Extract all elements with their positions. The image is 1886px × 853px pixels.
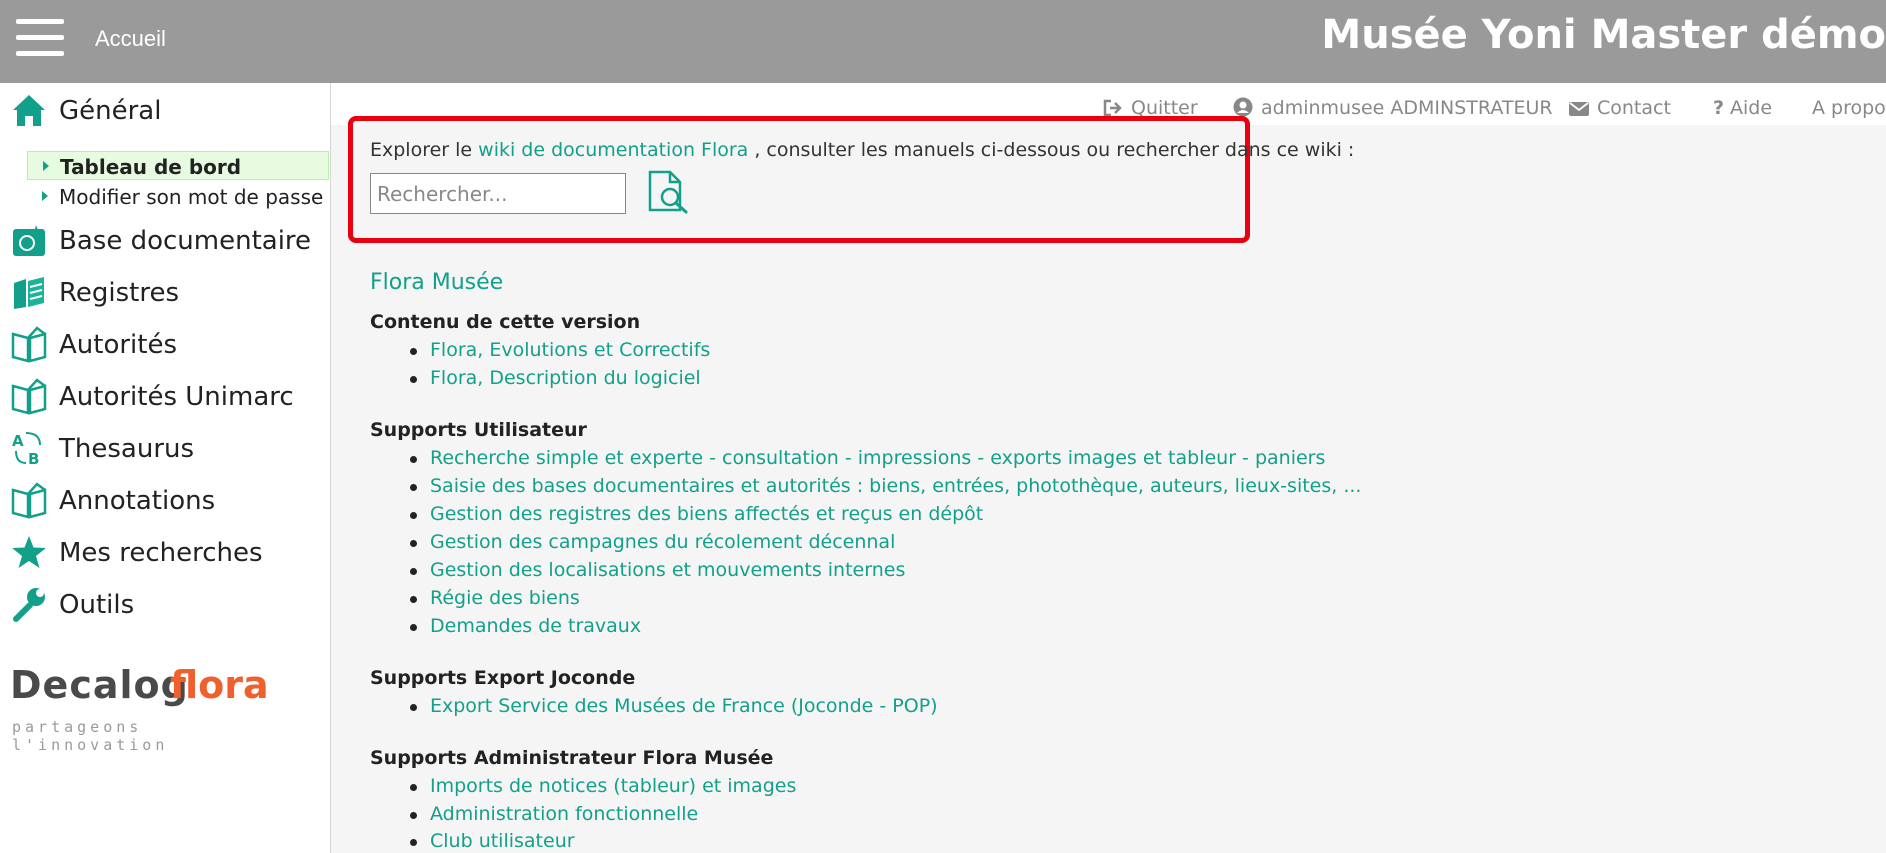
sidebar-item-outils[interactable]: Outils [0, 581, 330, 625]
wrench-icon [13, 588, 45, 622]
sidebar-item-thesaurus[interactable]: A B Thesaurus [0, 425, 330, 469]
sidebar-subitem-dashboard[interactable]: Tableau de bord [27, 151, 329, 180]
sidebar-item-autorites[interactable]: Autorités [0, 321, 330, 365]
envelope-icon [1569, 102, 1589, 116]
thesaurus-icon: A B [12, 432, 41, 467]
group-heading: Supports Administrateur Flora Musée [370, 747, 774, 769]
section-title: Flora Musée [370, 270, 504, 295]
star-icon [12, 536, 46, 568]
help-link[interactable]: ? Aide [1713, 97, 1772, 119]
svg-text:A: A [12, 432, 24, 450]
wiki-intro-text: Explorer le wiki de documentation Flora … [370, 139, 1355, 161]
about-link[interactable]: A propos [1812, 97, 1886, 119]
home-link[interactable]: Accueil [95, 26, 166, 52]
document-search-icon[interactable] [646, 170, 692, 214]
sidebar-item-label: Autorités [59, 330, 178, 360]
book-icon [11, 378, 47, 415]
sidebar-item-label: Mes recherches [59, 538, 263, 568]
decalog-flora-logo: Decalog flora partageons l'innovation [10, 663, 269, 754]
sidebar-item-label: Annotations [59, 486, 216, 516]
sidebar-item-label: Autorités Unimarc [59, 382, 294, 412]
contact-link[interactable]: Contact [1569, 97, 1671, 119]
sidebar-item-base-documentaire[interactable]: Base documentaire [0, 217, 330, 261]
menu-icon[interactable] [16, 19, 64, 57]
user-icon [1233, 97, 1253, 117]
sidebar-item-label: Général [59, 96, 162, 126]
book-icon [11, 326, 47, 363]
sidebar-item-autorites-unimarc[interactable]: Autorités Unimarc [0, 373, 330, 417]
sidebar-item-label: Outils [59, 590, 135, 620]
group-heading: Supports Export Joconde [370, 667, 636, 689]
database-icon [13, 225, 45, 256]
sidebar-item-mes-recherches[interactable]: Mes recherches [0, 529, 330, 573]
sidebar-item-annotations[interactable]: Annotations [0, 477, 330, 521]
sidebar-subitem-label: Tableau de bord [60, 155, 242, 179]
question-icon: ? [1713, 97, 1725, 119]
caret-right-icon [42, 191, 48, 201]
group-heading: Supports Utilisateur [370, 419, 587, 441]
registers-icon [14, 277, 44, 309]
caret-right-icon [43, 161, 49, 171]
sidebar-item-general[interactable]: Général [0, 87, 330, 131]
book-icon [11, 482, 47, 519]
home-icon [13, 95, 45, 126]
sidebar-item-label: Thesaurus [59, 434, 195, 464]
sidebar-subitem-change-password[interactable]: Modifier son mot de passe [27, 182, 329, 211]
top-bar: Accueil Musée Yoni Master démo [0, 0, 1886, 83]
sign-out-icon [1103, 99, 1122, 117]
user-account-link[interactable]: adminmusee ADMINSTRATEUR [1233, 97, 1553, 119]
app-title: Musée Yoni Master démo [1321, 12, 1886, 58]
group-heading: Contenu de cette version [370, 311, 641, 333]
sidebar-item-label: Registres [59, 278, 180, 308]
wiki-search-input[interactable] [370, 173, 626, 214]
sidebar: Général Tableau de bord Modifier son mot… [0, 83, 331, 853]
sidebar-item-label: Base documentaire [59, 226, 312, 256]
sidebar-subitem-label: Modifier son mot de passe [59, 185, 324, 209]
svg-text:B: B [28, 450, 39, 467]
sidebar-item-registres[interactable]: Registres [0, 269, 330, 313]
wiki-link[interactable]: wiki de documentation Flora [478, 139, 748, 161]
